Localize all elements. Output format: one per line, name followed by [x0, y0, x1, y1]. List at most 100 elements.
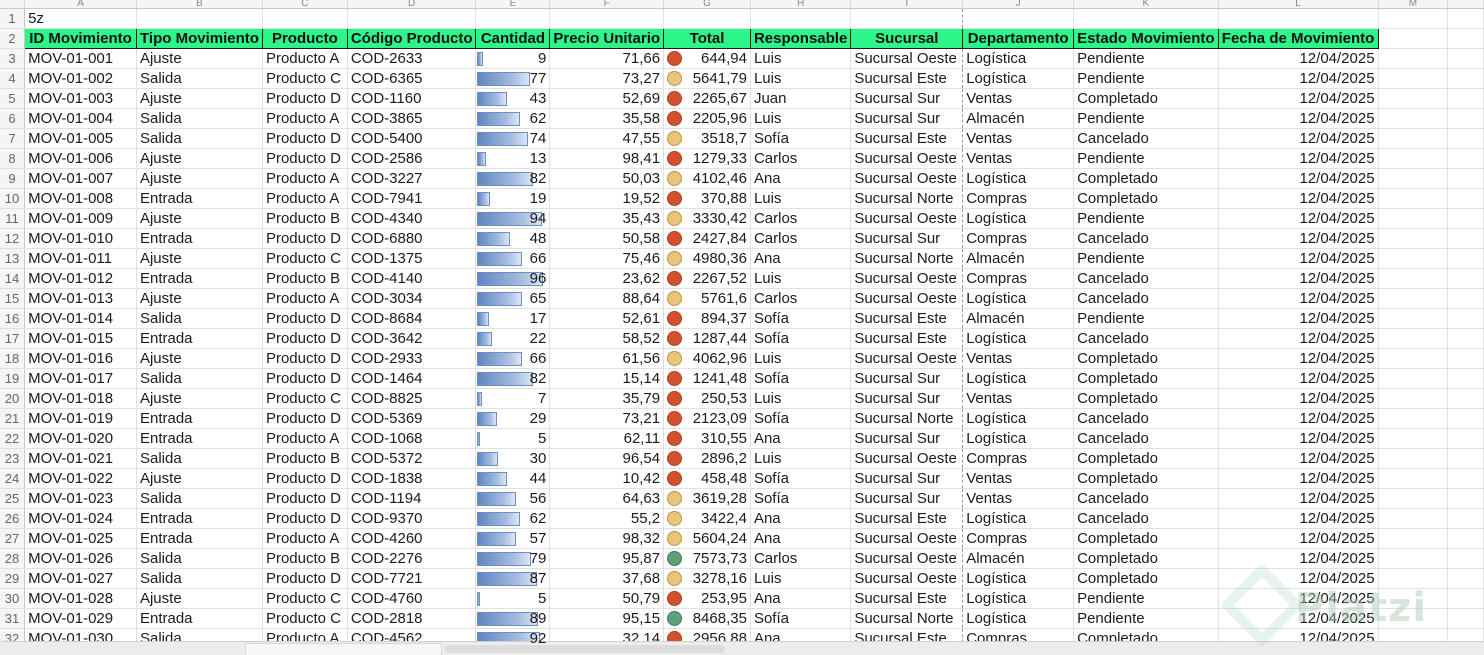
producto-cell[interactable]: Producto D — [262, 328, 348, 349]
cantidad-cell[interactable]: 30 — [475, 448, 551, 469]
total-cell[interactable]: 2427,84 — [663, 228, 751, 249]
sucursal-cell[interactable]: Sucursal Oeste — [850, 568, 964, 589]
precio-cell[interactable]: 37,68 — [549, 568, 665, 589]
spreadsheet-grid[interactable]: ABCDEFGHIJKLM 1 5z 2 ID Movimiento Tipo M… — [0, 0, 1484, 654]
producto-cell[interactable]: Producto A — [262, 168, 348, 189]
responsable-cell[interactable]: Luis — [750, 108, 852, 129]
select-all-corner[interactable] — [0, 0, 26, 9]
estado-cell[interactable]: Cancelado — [1073, 268, 1219, 289]
sucursal-cell[interactable]: Sucursal Este — [850, 508, 964, 529]
responsable-cell[interactable]: Carlos — [750, 208, 852, 229]
cell[interactable] — [1447, 428, 1484, 449]
fecha-cell[interactable]: 12/04/2025 — [1218, 388, 1379, 409]
cell[interactable] — [1447, 508, 1484, 529]
cantidad-cell[interactable]: 66 — [475, 248, 551, 269]
estado-cell[interactable]: Cancelado — [1073, 288, 1219, 309]
row-number[interactable]: 29 — [0, 568, 26, 589]
tipo-cell[interactable]: Ajuste — [136, 248, 263, 269]
tipo-cell[interactable]: Salida — [136, 68, 263, 89]
id-cell[interactable]: MOV-01-023 — [24, 488, 137, 509]
tipo-cell[interactable]: Ajuste — [136, 288, 263, 309]
precio-cell[interactable]: 15,14 — [549, 368, 665, 389]
cell[interactable] — [1447, 68, 1484, 89]
row-number[interactable]: 2 — [0, 28, 26, 49]
row-number[interactable]: 10 — [0, 188, 26, 209]
column-header-i[interactable]: I — [850, 0, 964, 9]
cantidad-cell[interactable]: 5 — [475, 588, 551, 609]
estado-cell[interactable]: Cancelado — [1073, 128, 1219, 149]
estado-cell[interactable]: Pendiente — [1073, 308, 1219, 329]
fecha-cell[interactable]: 12/04/2025 — [1218, 428, 1379, 449]
column-header-l[interactable]: L — [1218, 0, 1379, 9]
cell[interactable] — [1447, 108, 1484, 129]
cell[interactable] — [1447, 388, 1484, 409]
precio-cell[interactable]: 47,55 — [549, 128, 665, 149]
total-cell[interactable]: 4980,36 — [663, 248, 751, 269]
producto-cell[interactable]: Producto B — [262, 448, 348, 469]
row-number[interactable]: 23 — [0, 448, 26, 469]
sucursal-cell[interactable]: Sucursal Oeste — [850, 348, 964, 369]
producto-cell[interactable]: Producto D — [262, 148, 348, 169]
producto-cell[interactable]: Producto C — [262, 68, 348, 89]
cell[interactable] — [1378, 408, 1449, 429]
responsable-cell[interactable]: Ana — [750, 428, 852, 449]
total-cell[interactable]: 2267,52 — [663, 268, 751, 289]
producto-cell[interactable]: Producto D — [262, 228, 348, 249]
cell[interactable] — [1378, 448, 1449, 469]
precio-cell[interactable]: 96,54 — [549, 448, 665, 469]
cantidad-cell[interactable]: 82 — [475, 368, 551, 389]
cell[interactable] — [1378, 348, 1449, 369]
fecha-cell[interactable]: 12/04/2025 — [1218, 128, 1379, 149]
precio-cell[interactable]: 50,03 — [549, 168, 665, 189]
departamento-cell[interactable]: Compras — [962, 228, 1075, 249]
codigo-cell[interactable]: COD-1375 — [347, 248, 477, 269]
cell[interactable] — [1378, 428, 1449, 449]
cell[interactable] — [1447, 488, 1484, 509]
sucursal-cell[interactable]: Sucursal Norte — [850, 608, 964, 629]
column-header-a[interactable]: A — [24, 0, 137, 9]
codigo-cell[interactable]: COD-2933 — [347, 348, 477, 369]
total-cell[interactable]: 3422,4 — [663, 508, 751, 529]
id-cell[interactable]: MOV-01-011 — [24, 248, 137, 269]
responsable-cell[interactable]: Sofía — [750, 328, 852, 349]
estado-cell[interactable]: Completado — [1073, 168, 1219, 189]
cell[interactable] — [1378, 268, 1449, 289]
fecha-cell[interactable]: 12/04/2025 — [1218, 88, 1379, 109]
cantidad-cell[interactable]: 87 — [475, 568, 551, 589]
fecha-cell[interactable]: 12/04/2025 — [1218, 288, 1379, 309]
sucursal-cell[interactable]: Sucursal Sur — [850, 468, 964, 489]
row-number[interactable]: 17 — [0, 328, 26, 349]
total-cell[interactable]: 894,37 — [663, 308, 751, 329]
cell[interactable] — [1378, 228, 1449, 249]
cell[interactable] — [1378, 208, 1449, 229]
codigo-cell[interactable]: COD-4140 — [347, 268, 477, 289]
precio-cell[interactable]: 98,32 — [549, 528, 665, 549]
column-header-j[interactable]: J — [962, 0, 1075, 9]
cantidad-cell[interactable]: 94 — [475, 208, 551, 229]
total-cell[interactable]: 5604,24 — [663, 528, 751, 549]
id-cell[interactable]: MOV-01-005 — [24, 128, 137, 149]
tipo-cell[interactable]: Ajuste — [136, 348, 263, 369]
cell-a1[interactable]: 5z — [24, 8, 137, 29]
sucursal-cell[interactable]: Sucursal Sur — [850, 108, 964, 129]
precio-cell[interactable]: 58,52 — [549, 328, 665, 349]
header-cell[interactable]: Código Producto — [346, 28, 477, 49]
fecha-cell[interactable]: 12/04/2025 — [1218, 468, 1379, 489]
tipo-cell[interactable]: Entrada — [136, 188, 263, 209]
responsable-cell[interactable]: Sofía — [750, 468, 852, 489]
responsable-cell[interactable]: Sofía — [750, 368, 852, 389]
cantidad-cell[interactable]: 13 — [475, 148, 551, 169]
tipo-cell[interactable]: Ajuste — [136, 208, 263, 229]
producto-cell[interactable]: Producto C — [262, 248, 348, 269]
departamento-cell[interactable]: Ventas — [962, 148, 1075, 169]
cell[interactable] — [1378, 528, 1449, 549]
sucursal-cell[interactable]: Sucursal Oeste — [850, 168, 964, 189]
precio-cell[interactable]: 61,56 — [549, 348, 665, 369]
responsable-cell[interactable]: Sofía — [750, 488, 852, 509]
cantidad-cell[interactable]: 82 — [475, 168, 551, 189]
total-cell[interactable]: 3330,42 — [663, 208, 751, 229]
total-cell[interactable]: 2205,96 — [663, 108, 751, 129]
cell[interactable] — [347, 8, 477, 29]
responsable-cell[interactable]: Ana — [750, 508, 852, 529]
row-number[interactable]: 21 — [0, 408, 26, 429]
